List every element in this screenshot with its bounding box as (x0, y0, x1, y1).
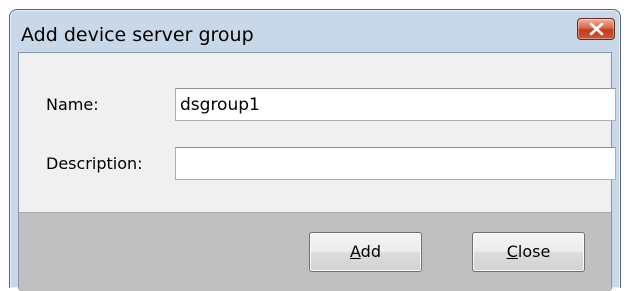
close-button-mnemonic: C (506, 242, 518, 261)
add-button[interactable]: Add (309, 232, 422, 272)
description-input[interactable] (175, 147, 616, 180)
title-bar[interactable]: Add device server group (10, 10, 620, 58)
add-button-label: dd (360, 242, 381, 261)
close-button[interactable]: Close (472, 232, 585, 272)
close-button-label: lose (517, 242, 551, 261)
name-input[interactable] (175, 88, 616, 121)
window-title: Add device server group (21, 24, 254, 46)
name-label: Name: (46, 95, 99, 114)
close-x-icon (589, 22, 604, 36)
add-device-server-group-dialog: Add device server group Name: Descriptio… (9, 9, 621, 291)
button-bar: Add Close (19, 212, 611, 291)
dialog-body: Name: Description: Add Close (18, 52, 616, 291)
add-button-mnemonic: A (350, 242, 361, 261)
window-close-button[interactable] (577, 18, 615, 40)
description-label: Description: (46, 154, 143, 173)
